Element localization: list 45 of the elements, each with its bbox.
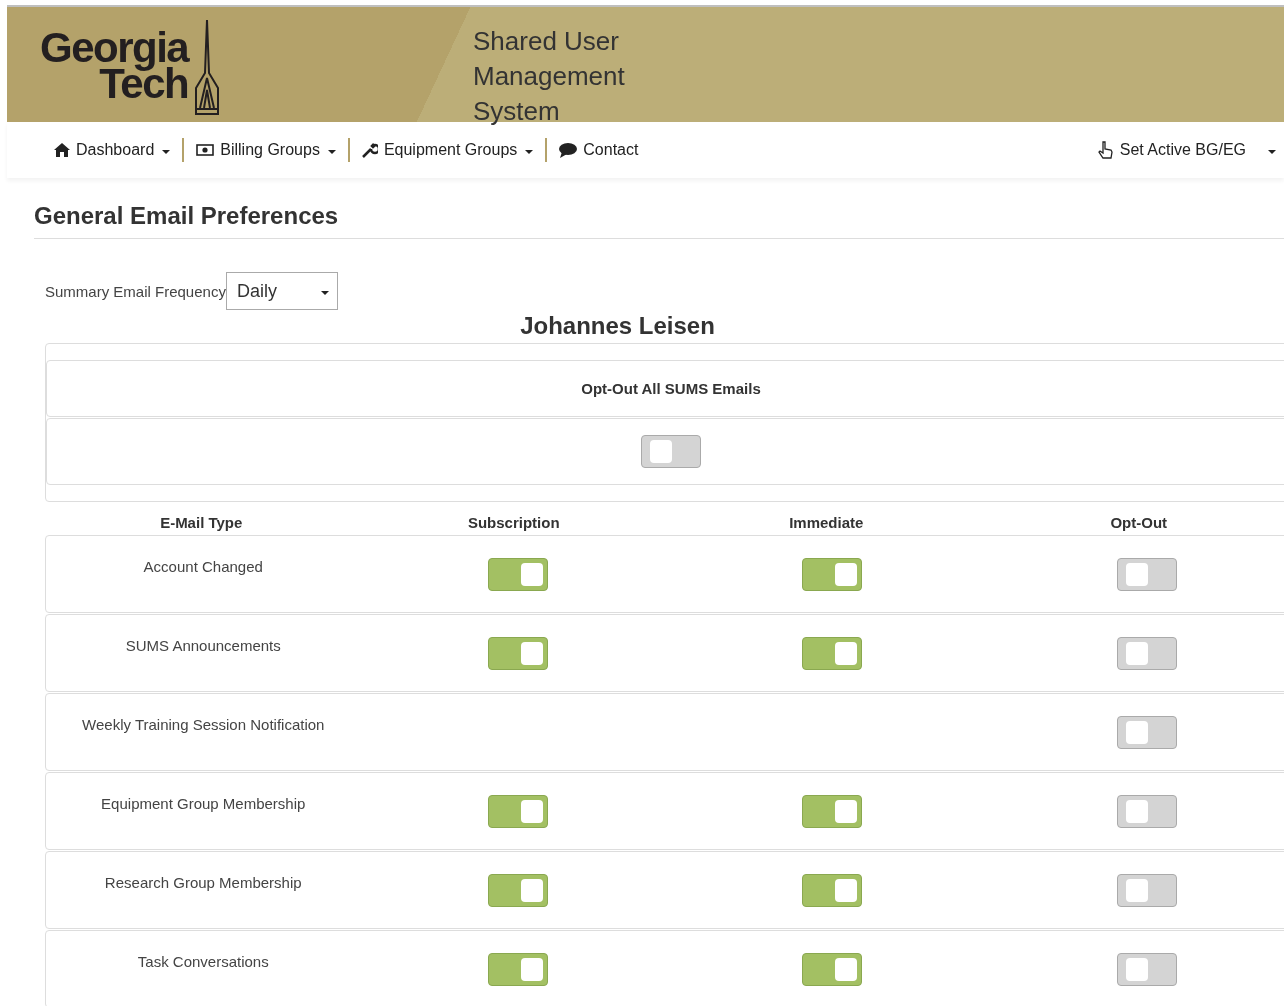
page-title: General Email Preferences	[34, 202, 1284, 239]
column-header: E-Mail Type	[159, 514, 244, 531]
nav-link[interactable]: Billing Groups	[196, 141, 336, 159]
toggle-switch[interactable]	[487, 873, 548, 907]
toggle-switch[interactable]	[1116, 952, 1177, 986]
frequency-select[interactable]: Daily	[225, 272, 338, 310]
toggle-switch[interactable]	[487, 952, 548, 986]
column-header: Immediate	[788, 514, 865, 531]
banknote-icon	[196, 144, 215, 156]
toggle-switch[interactable]	[1116, 873, 1177, 907]
email-type: Weekly Training Session Notification	[82, 715, 325, 733]
nav-link[interactable]: Contact	[559, 141, 639, 159]
user-name: Johannes Leisen	[519, 312, 716, 340]
toggle-switch[interactable]	[1116, 636, 1177, 670]
email-type: SUMS Announcements	[125, 636, 281, 654]
tower-icon	[194, 18, 221, 116]
toggle-switch[interactable]	[1116, 557, 1177, 591]
toggle-switch[interactable]	[802, 952, 863, 986]
toggle-switch[interactable]	[487, 557, 548, 591]
toggle-switch[interactable]	[1116, 715, 1177, 749]
email-type: Research Group Membership	[104, 873, 302, 891]
app-title: Shared User Management System	[473, 25, 626, 128]
column-header: Subscription	[466, 514, 561, 531]
set-active-link[interactable]: Set Active BG/EG	[1097, 141, 1276, 159]
nav-link[interactable]: Equipment Groups	[361, 141, 534, 159]
opt-out-label: Opt-Out All SUMS Emails	[581, 380, 761, 397]
field-label: Summary Email Frequency	[45, 282, 226, 300]
email-type: Task Conversations	[137, 952, 269, 970]
pointing-hand-icon	[1097, 141, 1114, 159]
nav-link[interactable]: Dashboard	[54, 141, 171, 159]
email-type: Equipment Group Membership	[101, 794, 306, 812]
toggle-switch[interactable]	[802, 873, 863, 907]
speech-bubble-icon	[559, 142, 578, 158]
toggle-switch[interactable]	[487, 636, 548, 670]
toggle-switch[interactable]	[641, 435, 701, 468]
toggle-switch[interactable]	[1116, 794, 1177, 828]
toggle-switch[interactable]	[802, 794, 863, 828]
wrench-icon	[361, 142, 378, 158]
column-header: Opt-Out	[1109, 514, 1169, 531]
home-icon	[54, 143, 70, 157]
toggle-switch[interactable]	[802, 557, 863, 591]
caret-icon	[320, 290, 329, 295]
toggle-switch[interactable]	[802, 636, 863, 670]
email-type: Account Changed	[143, 557, 263, 575]
toggle-switch[interactable]	[487, 794, 548, 828]
